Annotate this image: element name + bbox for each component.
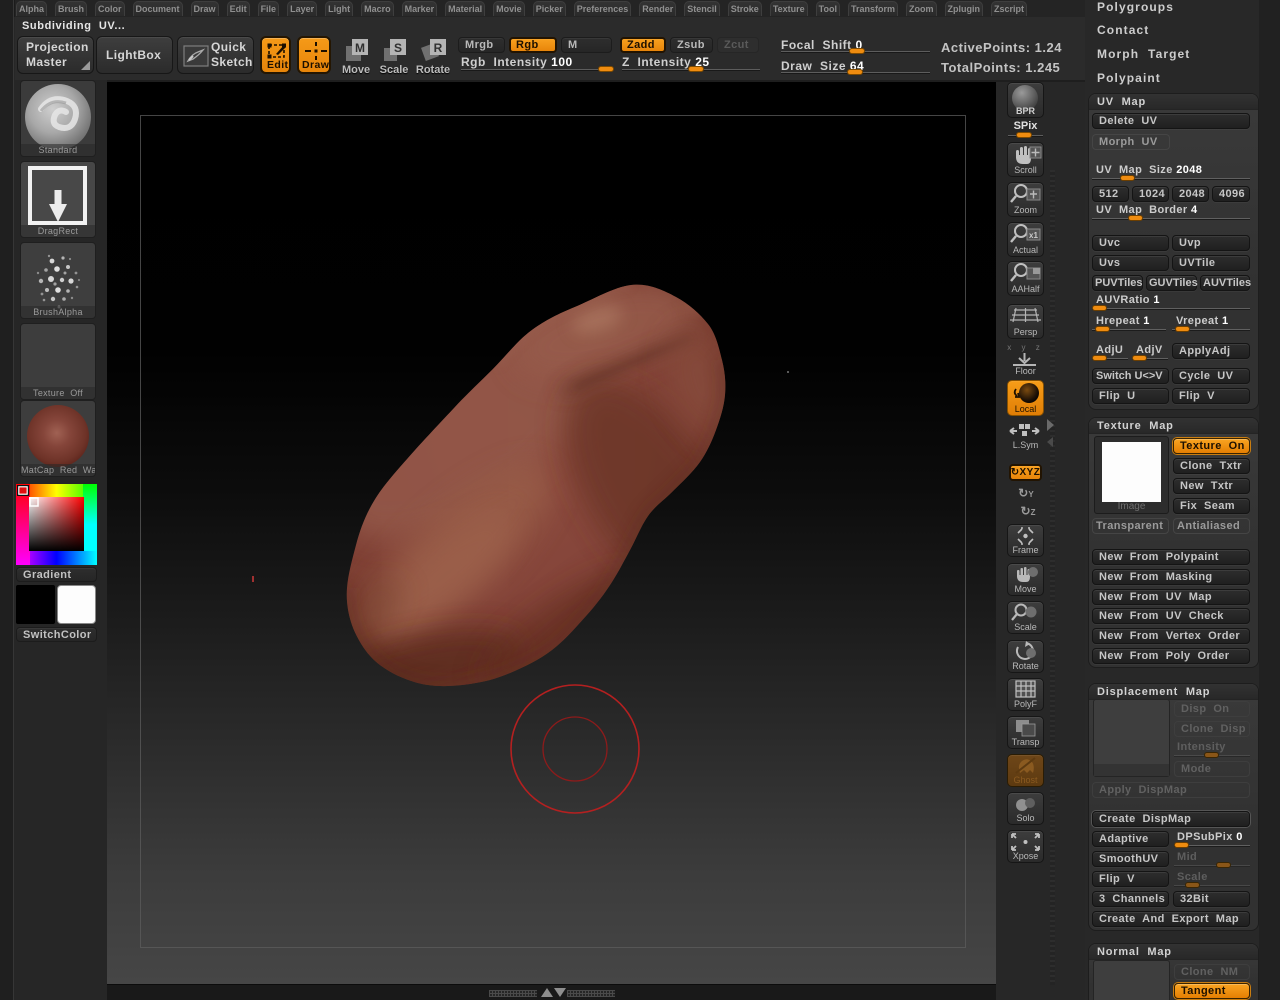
svg-text:S: S [394, 41, 402, 55]
svg-text:x1: x1 [1029, 231, 1038, 240]
svg-text:M: M [355, 41, 365, 55]
svg-text:R: R [434, 41, 443, 55]
